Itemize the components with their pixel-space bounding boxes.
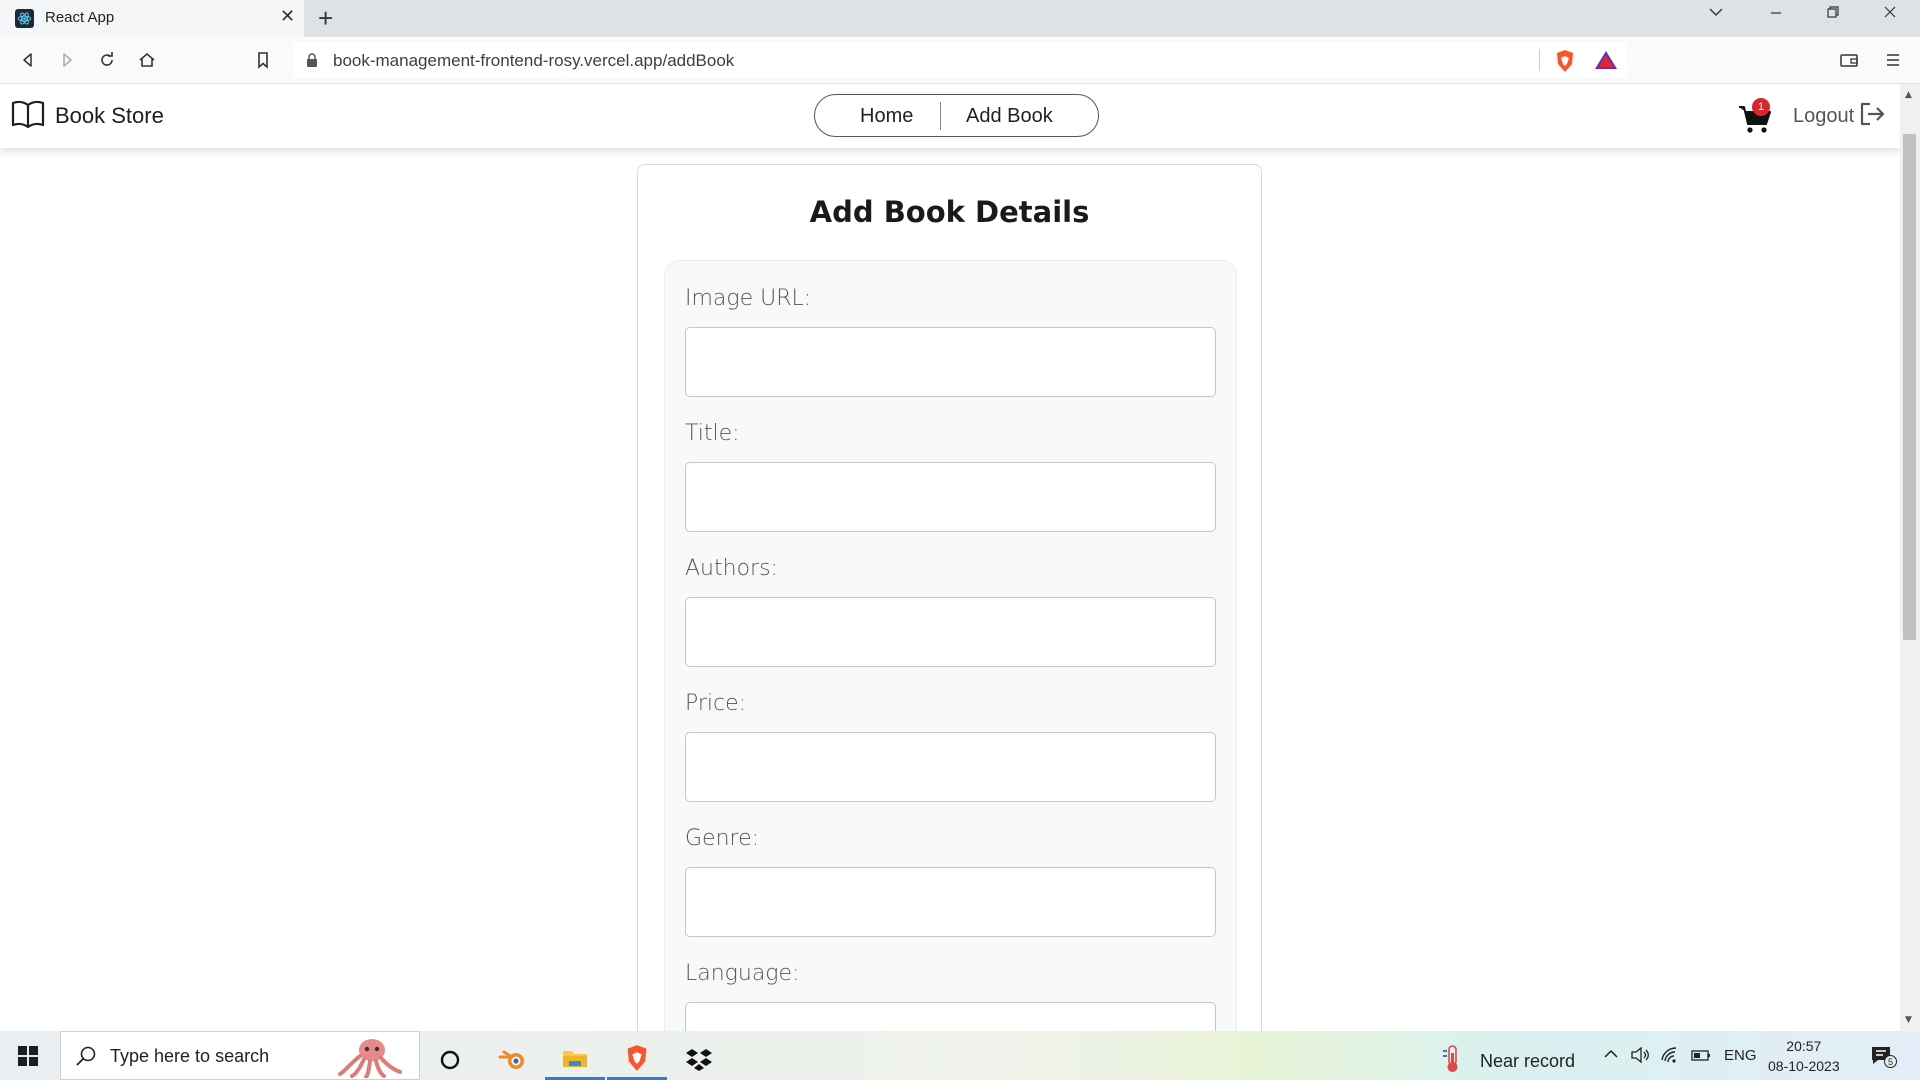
add-book-card: Add Book Details Image URL: Title: Autho… bbox=[637, 164, 1262, 1031]
system-clock[interactable]: 20:57 08-10-2023 bbox=[1768, 1036, 1840, 1076]
page-title: Add Book Details bbox=[809, 195, 1090, 229]
genre-label: Genre: bbox=[685, 826, 760, 851]
dropbox-icon[interactable] bbox=[669, 1039, 729, 1080]
cart-button[interactable]: 1 bbox=[1738, 98, 1774, 134]
notification-count: 5 bbox=[1884, 1055, 1897, 1068]
logout-button[interactable]: Logout bbox=[1793, 101, 1886, 131]
app-navbar: Book Store Home Add Book 1 Logout bbox=[0, 84, 1900, 148]
cart-count-badge: 1 bbox=[1752, 98, 1770, 116]
url-text: book-management-frontend-rosy.vercel.app… bbox=[333, 51, 735, 70]
image-url-input[interactable] bbox=[685, 327, 1216, 397]
window-close-button[interactable] bbox=[1882, 4, 1898, 25]
wifi-icon[interactable] bbox=[1660, 1046, 1680, 1068]
volume-icon[interactable] bbox=[1630, 1046, 1652, 1068]
tab-close-icon[interactable]: ✕ bbox=[280, 6, 295, 27]
cortana-icon[interactable] bbox=[420, 1039, 480, 1080]
brand[interactable]: Book Store bbox=[11, 99, 164, 133]
thermometer-icon bbox=[1440, 1044, 1466, 1078]
browser-tab[interactable]: React App ✕ bbox=[0, 0, 304, 37]
scroll-up-arrow-icon[interactable]: ▲ bbox=[1905, 90, 1912, 100]
title-input[interactable] bbox=[685, 462, 1216, 532]
authors-label: Authors: bbox=[685, 556, 778, 581]
windows-start-icon[interactable] bbox=[18, 1046, 38, 1066]
weather-widget[interactable]: Near record bbox=[1440, 1044, 1575, 1078]
octopus-search-highlight-icon bbox=[336, 1036, 406, 1079]
home-icon[interactable] bbox=[135, 48, 159, 72]
scrollbar-thumb[interactable] bbox=[1903, 134, 1916, 640]
taskbar-search[interactable]: Type here to search bbox=[60, 1031, 420, 1080]
open-book-icon bbox=[11, 99, 45, 133]
lock-icon bbox=[306, 52, 318, 71]
new-tab-button[interactable]: + bbox=[318, 3, 333, 34]
nav-divider bbox=[940, 102, 941, 130]
page-viewport: Book Store Home Add Book 1 Logout Add Bo… bbox=[0, 84, 1900, 1031]
file-explorer-icon[interactable] bbox=[545, 1039, 605, 1080]
browser-toolbar: book-management-frontend-rosy.vercel.app… bbox=[0, 37, 1920, 84]
price-label: Price: bbox=[685, 691, 747, 716]
search-placeholder: Type here to search bbox=[110, 1046, 270, 1066]
language-label: Language: bbox=[685, 961, 800, 986]
price-input[interactable] bbox=[685, 732, 1216, 802]
logout-label: Logout bbox=[1793, 104, 1855, 127]
wallet-icon[interactable] bbox=[1837, 48, 1861, 72]
weather-text: Near record bbox=[1480, 1050, 1576, 1071]
genre-input[interactable] bbox=[685, 867, 1216, 937]
scroll-down-arrow-icon[interactable]: ▼ bbox=[1905, 1015, 1912, 1025]
restore-button[interactable] bbox=[1825, 4, 1841, 25]
forward-button[interactable] bbox=[55, 48, 79, 72]
reload-button[interactable] bbox=[95, 48, 119, 72]
brave-shields-icon[interactable] bbox=[1554, 49, 1576, 77]
brave-rewards-icon[interactable] bbox=[1594, 50, 1618, 74]
language-input[interactable] bbox=[685, 1002, 1216, 1031]
taskbar: Type here to search Near record ENG 20:5… bbox=[0, 1031, 1920, 1080]
notification-center-icon[interactable]: 5 bbox=[1870, 1045, 1897, 1073]
add-book-form: Image URL: Title: Authors: Price: Genre:… bbox=[664, 260, 1237, 1031]
nav-add-book-link[interactable]: Add Book bbox=[966, 105, 1053, 128]
minimize-button[interactable] bbox=[1768, 4, 1784, 25]
nav-home-link[interactable]: Home bbox=[860, 105, 913, 128]
nav-links: Home Add Book bbox=[814, 94, 1099, 137]
tab-search-chevron-icon[interactable] bbox=[1708, 4, 1724, 25]
bookmark-icon[interactable] bbox=[251, 48, 275, 72]
tab-strip: React App ✕ + bbox=[0, 0, 1920, 37]
image-url-label: Image URL: bbox=[685, 286, 812, 311]
search-icon bbox=[75, 1045, 97, 1071]
show-hidden-icons-chevron-icon[interactable] bbox=[1602, 1046, 1620, 1066]
omnibox-separator bbox=[1539, 49, 1540, 71]
brave-browser-icon[interactable] bbox=[607, 1039, 667, 1080]
authors-input[interactable] bbox=[685, 597, 1216, 667]
address-bar[interactable]: book-management-frontend-rosy.vercel.app… bbox=[293, 42, 1627, 78]
menu-icon[interactable] bbox=[1881, 48, 1905, 72]
react-favicon-icon bbox=[15, 9, 34, 28]
title-label: Title: bbox=[685, 421, 740, 446]
brand-name: Book Store bbox=[55, 103, 164, 128]
logout-icon bbox=[1858, 101, 1886, 131]
input-language[interactable]: ENG bbox=[1724, 1047, 1757, 1064]
page-scrollbar[interactable]: ▲ ▼ bbox=[1900, 84, 1920, 1031]
clock-date: 08-10-2023 bbox=[1768, 1058, 1840, 1074]
back-button[interactable] bbox=[16, 48, 40, 72]
blender-icon[interactable] bbox=[483, 1039, 543, 1080]
battery-icon[interactable] bbox=[1690, 1046, 1712, 1068]
clock-time: 20:57 bbox=[1786, 1038, 1822, 1054]
tab-title: React App bbox=[45, 9, 115, 26]
